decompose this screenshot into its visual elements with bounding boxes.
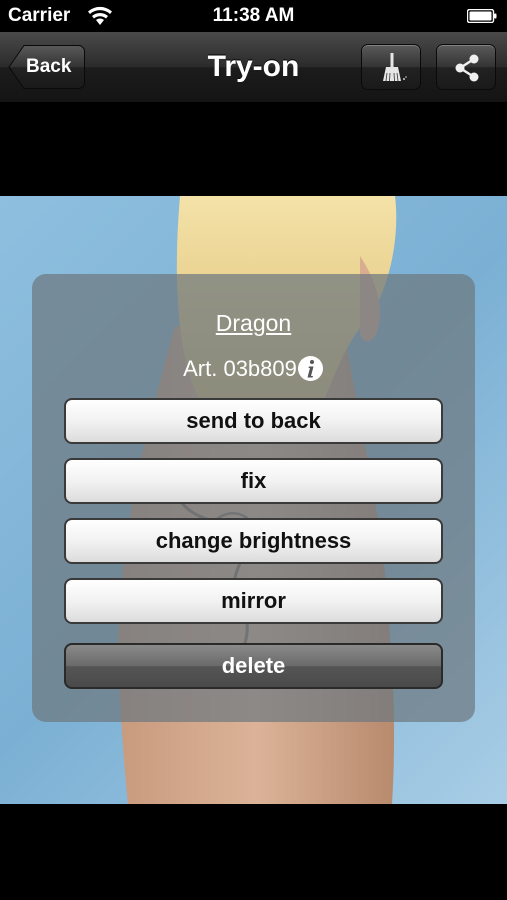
- clean-button[interactable]: [361, 44, 421, 90]
- mirror-button[interactable]: mirror: [64, 578, 443, 624]
- back-label: Back: [26, 56, 72, 77]
- screen: Carrier 11:38 AM Back Try-on Dragon Art.…: [0, 0, 507, 900]
- article-label: Art. 03b809: [183, 356, 297, 381]
- status-time: 11:38 AM: [212, 5, 295, 26]
- article-number: Art. 03b809: [32, 355, 475, 382]
- status-bar: Carrier 11:38 AM: [0, 0, 507, 32]
- info-icon[interactable]: [297, 355, 324, 382]
- fix-button[interactable]: fix: [64, 458, 443, 504]
- item-name-link[interactable]: Dragon: [32, 310, 475, 337]
- brush-icon: [383, 53, 407, 82]
- share-icon: [455, 54, 479, 82]
- action-panel: Dragon Art. 03b809 send to back fix chan…: [32, 274, 475, 722]
- navigation-bar: Back Try-on: [0, 32, 507, 103]
- send-to-back-button[interactable]: send to back: [64, 398, 443, 444]
- battery-icon: [467, 9, 497, 23]
- back-button[interactable]: Back: [8, 44, 86, 90]
- delete-button[interactable]: delete: [64, 643, 443, 689]
- share-button[interactable]: [436, 44, 496, 90]
- change-brightness-button[interactable]: change brightness: [64, 518, 443, 564]
